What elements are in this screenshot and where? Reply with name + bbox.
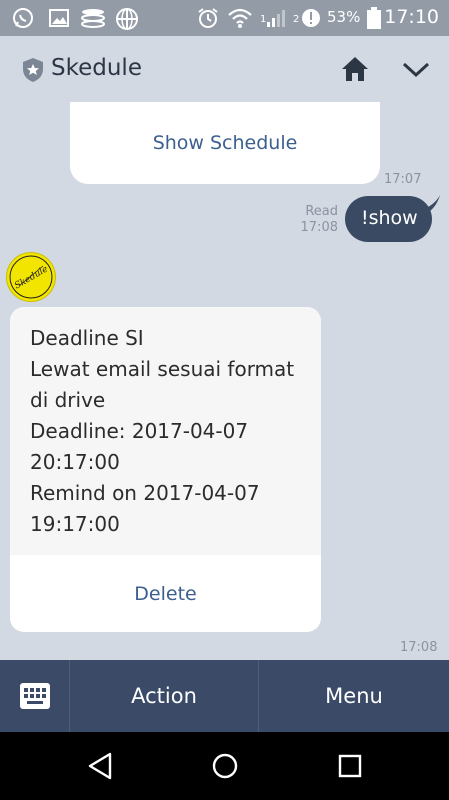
delete-button[interactable]: Delete [10,583,321,605]
show-schedule-button[interactable]: Show Schedule [70,132,380,154]
message-time: 17:07 [384,172,422,187]
home-icon[interactable] [341,56,369,82]
reminder-line: Lewat email sesuai format [30,357,295,381]
back-icon[interactable] [87,752,113,780]
reminder-line: Deadline: 2017-04-07 [30,419,249,443]
gallery-icon [49,9,69,27]
reminder-line: di drive [30,388,106,412]
sent-message-bubble[interactable]: !show [345,196,432,242]
sent-time: 17:08 [300,220,338,235]
read-status: Read [305,204,338,219]
menu-button[interactable]: Menu [259,660,449,732]
schedule-card: Show Schedule [70,102,380,184]
shield-star-icon [23,58,43,82]
wifi-icon [228,8,252,28]
bot-avatar-label: Skedule [13,264,50,291]
reminder-card: Deadline SI Lewat email sesuai format di… [10,307,321,632]
reminder-line: Deadline SI [30,326,144,350]
data-warning-icon [302,9,320,27]
reminder-line: 20:17:00 [30,450,120,474]
alarm-icon [198,8,218,28]
app-header: Skedule [0,36,449,102]
reminder-line: Remind on 2017-04-07 [30,481,260,505]
bottom-bar: Action Menu [0,660,449,732]
chevron-down-icon[interactable] [401,60,431,80]
storage-icon [81,9,105,28]
status-bar: 1 2 53% 17:10 [0,0,449,36]
chat-area: Show Schedule 17:07 Read 17:08 !show Ske… [0,102,449,660]
keyboard-icon [20,683,50,709]
reminder-line: 19:17:00 [30,512,120,536]
action-button[interactable]: Action [70,660,259,732]
globe-icon [116,8,138,30]
signal-label-2: 2 [293,14,300,25]
sent-message-text: !show [361,207,418,229]
battery-percent: 53% [327,8,361,26]
recents-icon[interactable] [337,752,363,780]
battery-icon [367,7,381,29]
whatsapp-icon [13,8,33,28]
message-time: 17:08 [400,640,438,655]
status-time: 17:10 [384,6,439,28]
keyboard-button[interactable] [0,660,70,732]
avatar[interactable]: Skedule [6,252,56,302]
signal-icon [267,10,285,27]
bot-avatar-image: Skedule [9,255,53,299]
navigation-bar [0,732,449,800]
page-title: Skedule [51,55,142,81]
home-circle-icon[interactable] [211,752,239,780]
read-receipt: Read 17:08 [296,204,338,236]
reminder-body: Deadline SI Lewat email sesuai format di… [10,307,321,555]
